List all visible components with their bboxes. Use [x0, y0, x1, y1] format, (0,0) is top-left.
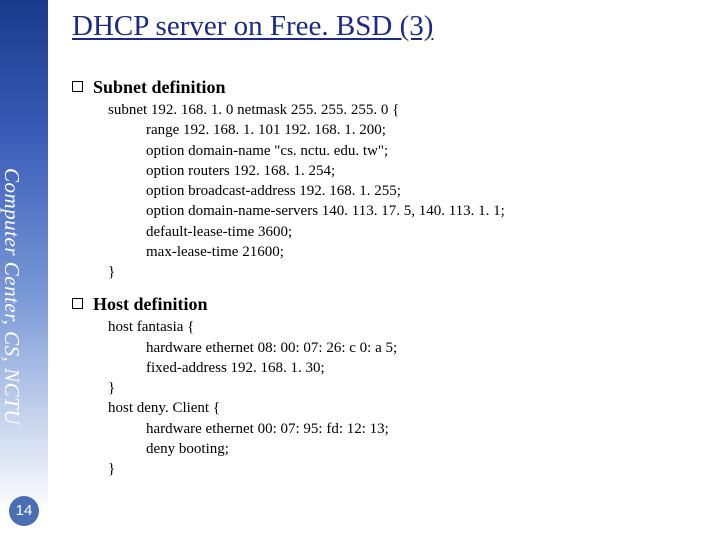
- code-line: fixed-address 192. 168. 1. 30;: [108, 358, 710, 378]
- code-line: option routers 192. 168. 1. 254;: [108, 161, 710, 181]
- code-line: hardware ethernet 00: 07: 95: fd: 12: 13…: [108, 419, 710, 439]
- sidebar-org-text: Computer Center, CS, NCTU: [0, 168, 24, 425]
- code-line: range 192. 168. 1. 101 192. 168. 1. 200;: [108, 120, 710, 140]
- slide-title: DHCP server on Free. BSD (3): [72, 10, 710, 43]
- code-line: }: [108, 262, 710, 282]
- code-block-subnet: subnet 192. 168. 1. 0 netmask 255. 255. …: [108, 100, 710, 282]
- section-host: Host definition host fantasia {hardware …: [72, 294, 710, 479]
- section-header: Host definition: [72, 294, 710, 315]
- square-bullet-icon: [72, 81, 83, 92]
- code-line: option broadcast-address 192. 168. 1. 25…: [108, 181, 710, 201]
- code-line: subnet 192. 168. 1. 0 netmask 255. 255. …: [108, 100, 710, 120]
- section-subnet: Subnet definition subnet 192. 168. 1. 0 …: [72, 77, 710, 282]
- page-number-container: 14: [0, 496, 48, 526]
- code-line: max-lease-time 21600;: [108, 242, 710, 262]
- section-title: Subnet definition: [93, 77, 226, 98]
- code-line: option domain-name-servers 140. 113. 17.…: [108, 201, 710, 221]
- code-line: hardware ethernet 08: 00: 07: 26: c 0: a…: [108, 338, 710, 358]
- code-block-host: host fantasia {hardware ethernet 08: 00:…: [108, 317, 710, 479]
- code-line: default-lease-time 3600;: [108, 222, 710, 242]
- section-header: Subnet definition: [72, 77, 710, 98]
- code-line: host deny. Client {: [108, 398, 710, 418]
- square-bullet-icon: [72, 298, 83, 309]
- code-line: }: [108, 459, 710, 479]
- code-line: option domain-name "cs. nctu. edu. tw";: [108, 141, 710, 161]
- slide-content: DHCP server on Free. BSD (3) Subnet defi…: [72, 10, 710, 491]
- code-line: deny booting;: [108, 439, 710, 459]
- page-number: 14: [9, 496, 39, 526]
- code-line: host fantasia {: [108, 317, 710, 337]
- code-line: }: [108, 378, 710, 398]
- section-title: Host definition: [93, 294, 208, 315]
